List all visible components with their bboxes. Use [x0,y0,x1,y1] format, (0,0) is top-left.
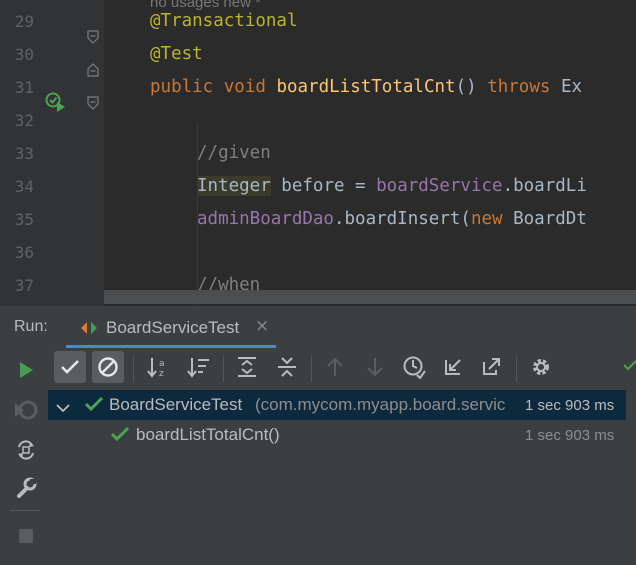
code-line[interactable]: 33 //given [0,137,636,170]
expand-all-icon[interactable] [232,351,262,383]
passed-check-icon [84,396,104,416]
code-text: //given [197,137,271,170]
code-token: before = [270,176,377,196]
run-test-gutter-icon[interactable] [45,92,67,116]
wrench-icon[interactable] [12,474,40,502]
code-token: .boardInsert( [333,209,471,229]
code-line[interactable]: 36 [0,236,636,269]
fold-open-icon[interactable] [87,30,99,44]
suite-duration: 1 sec 903 ms [525,397,615,414]
chevron-down-icon[interactable] [56,399,70,418]
suite-name: BoardServiceTest [109,395,243,414]
sort-by-duration-icon[interactable] [184,351,214,383]
code-token: adminBoardDao [197,209,334,229]
code-token: Integer [197,176,271,196]
code-editor[interactable]: no usages new * 29 @Transactional 30 @Test 3… [0,0,636,306]
toolbar-separator [311,356,312,382]
code-token: BoardDt [513,209,587,229]
line-number: 32 [14,111,34,130]
fold-close-icon[interactable] [87,96,99,110]
code-token: void [223,77,277,97]
show-passed-icon[interactable] [54,351,86,383]
run-tool-window: Run: BoardServiceTest × a z BoardService… [0,306,636,565]
code-token: public [150,77,224,97]
suite-package: (com.mycom.myapp.board.servic [255,395,506,414]
tab-label[interactable]: BoardServiceTest [106,318,239,338]
test-method-name: boardListTotalCnt() [136,425,280,444]
svg-text:a: a [159,359,165,369]
code-text: @Transactional [150,5,298,38]
line-number: 37 [14,276,34,295]
test-config-icon [80,320,98,339]
left-toolbar [0,348,48,565]
test-history-icon[interactable] [398,351,430,383]
svg-text:z: z [159,369,164,378]
code-token: .boardLi [502,176,587,196]
code-token: @Test [150,44,203,64]
line-number: 31 [14,78,34,97]
fold-marker-icon[interactable] [87,63,99,77]
rerun-icon[interactable] [14,356,38,384]
export-test-results-icon[interactable] [476,351,506,383]
code-line[interactable]: 35 adminBoardDao.boardInsert(new BoardDt [0,203,636,236]
code-text: @Test [150,38,203,71]
next-failed-icon [360,351,390,383]
test-results-tree[interactable]: BoardServiceTest (com.mycom.myapp.board.… [48,390,636,565]
code-token: () [455,77,488,97]
run-label: Run: [14,318,48,335]
line-number: 36 [14,243,34,262]
toolbar-separator [10,510,40,511]
status-check-icon [624,351,636,383]
test-toolbar: az [48,348,636,388]
close-icon[interactable]: × [255,316,269,336]
passed-check-icon [110,426,130,446]
code-token: boardListTotalCnt [276,77,456,97]
toolbar-separator [223,356,224,382]
test-method-row[interactable]: boardListTotalCnt() 1 sec 903 ms [48,420,626,450]
code-text: public void boardListTotalCnt() throws E… [150,71,582,104]
test-suite-row[interactable]: BoardServiceTest (com.mycom.myapp.board.… [48,390,626,420]
previous-failed-icon [320,351,350,383]
code-token: boardService [376,176,503,196]
toggle-auto-test-icon[interactable] [12,436,40,464]
test-method-duration: 1 sec 903 ms [525,427,615,444]
code-token: throws [487,77,561,97]
line-number: 29 [14,12,34,31]
toolbar-separator [516,356,517,382]
line-number: 30 [14,45,34,64]
line-number: 34 [14,177,34,196]
code-text: Integer before = boardService.boardLi [197,170,587,203]
line-number: 33 [14,144,34,163]
code-token: //given [197,143,271,163]
line-number: 35 [14,210,34,229]
sort-alphabetically-icon[interactable]: az [144,351,174,383]
code-token: Ex [560,77,583,97]
code-token: new [470,209,514,229]
collapse-all-icon[interactable] [272,351,302,383]
code-token: @Transactional [150,11,298,31]
code-text: adminBoardDao.boardInsert(new BoardDt [197,203,587,236]
show-ignored-icon[interactable] [92,351,124,383]
toolbar-separator [133,356,134,382]
horizontal-scrollbar[interactable] [104,290,636,304]
rerun-failed-icon [12,396,40,424]
stop-icon [12,522,40,550]
run-tab-bar: Run: BoardServiceTest × [0,306,636,348]
code-line[interactable]: 34 Integer before = boardService.boardLi [0,170,636,203]
settings-gear-icon[interactable] [526,351,556,383]
import-tests-icon[interactable] [438,351,468,383]
